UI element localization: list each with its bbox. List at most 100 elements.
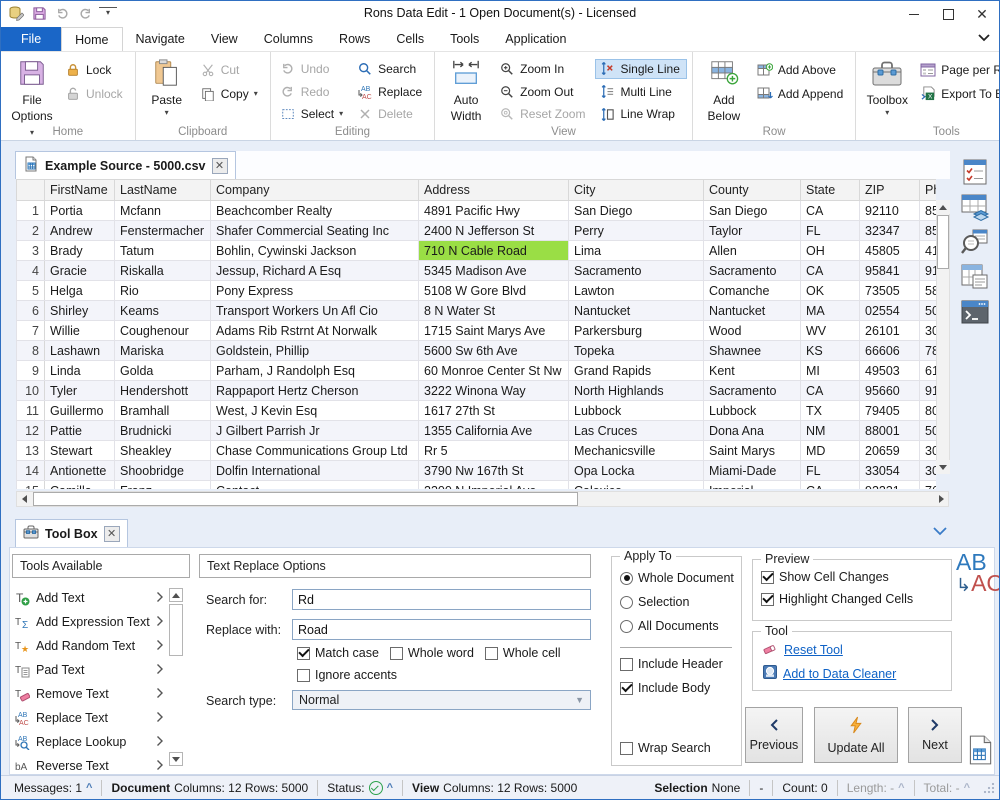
column-header[interactable]: ZIP	[860, 180, 920, 201]
grid-cell[interactable]: 33054	[860, 461, 920, 481]
column-header[interactable]: Phone	[920, 180, 937, 201]
row-number[interactable]: 10	[17, 381, 45, 401]
grid-cell[interactable]: NM	[801, 421, 860, 441]
grid-cell[interactable]: MA	[801, 301, 860, 321]
row-number[interactable]: 9	[17, 361, 45, 381]
grid-cell[interactable]: Bramhall	[115, 401, 211, 421]
status-indicator[interactable]: Status:^	[318, 780, 403, 796]
grid-cell[interactable]: 66606	[860, 341, 920, 361]
highlight-changed-cells-checkbox[interactable]	[761, 593, 774, 606]
grid-cell[interactable]: Lubbock	[704, 401, 801, 421]
grid-cell[interactable]: Pony Express	[211, 281, 419, 301]
grid-cell[interactable]: Fenstermacher	[115, 221, 211, 241]
grid-cell[interactable]: Jessup, Richard A Esq	[211, 261, 419, 281]
row-number[interactable]: 7	[17, 321, 45, 341]
grid-cell[interactable]: 45805	[860, 241, 920, 261]
grid-cell[interactable]: Calexico	[569, 481, 704, 490]
row-number[interactable]: 2	[17, 221, 45, 241]
search-type-select[interactable]: Normal ▼	[292, 690, 591, 710]
include-body-checkbox[interactable]	[620, 682, 633, 695]
grid-cell[interactable]: 710 N Cable Road	[419, 241, 569, 261]
grid-cell[interactable]: Miami-Dade	[704, 461, 801, 481]
grid-cell[interactable]: Allen	[704, 241, 801, 261]
tool-item-replace-text[interactable]: ABACReplace Text	[14, 706, 164, 730]
grid-cell[interactable]: OH	[801, 241, 860, 261]
grid-cell[interactable]: 806	[920, 401, 937, 421]
chevron-right-icon[interactable]	[156, 639, 164, 654]
grid-cell[interactable]: San Diego	[704, 201, 801, 221]
grid-cell[interactable]: Adams Rib Rstrnt At Norwalk	[211, 321, 419, 341]
tool-item-replace-lookup[interactable]: ABReplace Lookup	[14, 730, 164, 754]
row-number[interactable]: 13	[17, 441, 45, 461]
lock-button[interactable]: Lock	[61, 59, 130, 80]
grid-cell[interactable]: FL	[801, 461, 860, 481]
grid-cell[interactable]: 3790 Nw 167th St	[419, 461, 569, 481]
panel-collapse-icon[interactable]	[929, 523, 951, 539]
redo-button[interactable]: Redo	[276, 82, 350, 102]
chevron-right-icon[interactable]	[156, 591, 164, 606]
grid-cell[interactable]: 2400 N Jefferson St	[419, 221, 569, 241]
tab-cells[interactable]: Cells	[383, 27, 437, 51]
grid-cell[interactable]: Dolfin International	[211, 461, 419, 481]
grid-cell[interactable]: Topeka	[569, 341, 704, 361]
grid-cell[interactable]: Rappaport Hertz Cherson	[211, 381, 419, 401]
tab-navigate[interactable]: Navigate	[123, 27, 198, 51]
grid-cell[interactable]: Sacramento	[704, 261, 801, 281]
grid-cell[interactable]: Tyler	[45, 381, 115, 401]
grid-cell[interactable]: Guillermo	[45, 401, 115, 421]
single-line-button[interactable]: Single Line	[595, 59, 686, 79]
grid-cell[interactable]: Franz	[115, 481, 211, 490]
grid-cell[interactable]: 305	[920, 461, 937, 481]
grid-cell[interactable]: CA	[801, 261, 860, 281]
tool-item-add-text[interactable]: TAdd Text	[14, 586, 164, 610]
table-views-icon[interactable]	[960, 192, 990, 222]
grid-cell[interactable]: 1715 Saint Marys Ave	[419, 321, 569, 341]
document-tab-close-icon[interactable]: ✕	[212, 158, 228, 174]
grid-cell[interactable]: Riskalla	[115, 261, 211, 281]
grid-cell[interactable]: 1617 27th St	[419, 401, 569, 421]
grid-cell[interactable]: Rio	[115, 281, 211, 301]
grid-cell[interactable]: North Highlands	[569, 381, 704, 401]
grid-cell[interactable]: 760	[920, 481, 937, 490]
validation-list-icon[interactable]	[960, 157, 990, 187]
column-header[interactable]	[17, 180, 45, 201]
grid-cell[interactable]: Pattie	[45, 421, 115, 441]
grid-cell[interactable]: Contact	[211, 481, 419, 490]
add-below-button[interactable]: Add Below	[698, 55, 750, 124]
grid-cell[interactable]: CA	[801, 201, 860, 221]
grid-cell[interactable]: Sheakley	[115, 441, 211, 461]
grid-cell[interactable]: 26101	[860, 321, 920, 341]
minimize-button[interactable]	[897, 1, 931, 27]
grid-cell[interactable]: 60 Monroe Center St Nw	[419, 361, 569, 381]
search-form-icon[interactable]	[960, 227, 990, 257]
grid-cell[interactable]: Imperial	[704, 481, 801, 490]
chevron-right-icon[interactable]	[156, 759, 164, 774]
grid-cell[interactable]: Transport Workers Un Afl Cio	[211, 301, 419, 321]
tab-rows[interactable]: Rows	[326, 27, 383, 51]
grid-cell[interactable]: 2300 N Imperial Ave	[419, 481, 569, 490]
grid-cell[interactable]: Mechanicsville	[569, 441, 704, 461]
grid-cell[interactable]: Kent	[704, 361, 801, 381]
unlock-button[interactable]: Unlock	[61, 83, 130, 104]
auto-width-button[interactable]: Auto Width	[440, 55, 492, 124]
grid-cell[interactable]: MD	[801, 441, 860, 461]
close-button[interactable]: ✕	[965, 1, 999, 27]
vertical-scroll-thumb[interactable]	[937, 215, 949, 269]
chevron-right-icon[interactable]	[156, 687, 164, 702]
grid-cell[interactable]: 304	[920, 321, 937, 341]
grid-cell[interactable]: Antionette	[45, 461, 115, 481]
show-cell-changes-checkbox[interactable]	[761, 571, 774, 584]
selection-radio[interactable]	[620, 596, 633, 609]
grid-cell[interactable]: Shoobridge	[115, 461, 211, 481]
toolbox-tab-close-icon[interactable]: ✕	[104, 526, 120, 542]
add-above-button[interactable]: Add Above	[753, 59, 850, 80]
delete-button[interactable]: Delete	[353, 104, 429, 124]
grid-cell[interactable]: 419	[920, 241, 937, 261]
grid-cell[interactable]: 4891 Pacific Hwy	[419, 201, 569, 221]
grid-cell[interactable]: 508	[920, 301, 937, 321]
tab-home[interactable]: Home	[61, 27, 122, 51]
row-number[interactable]: 6	[17, 301, 45, 321]
grid-vertical-scrollbar[interactable]	[936, 200, 950, 474]
scroll-down-icon[interactable]	[936, 460, 950, 474]
resize-grip[interactable]	[983, 782, 995, 794]
